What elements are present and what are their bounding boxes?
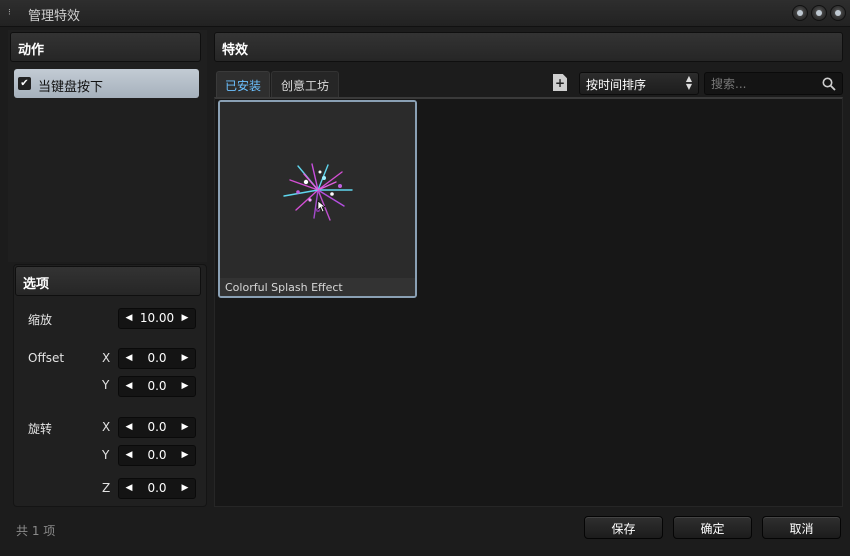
effect-name: Colorful Splash Effect	[220, 278, 415, 296]
sort-select-value: 按时间排序	[586, 78, 647, 92]
rotation-y-axis-label: Y	[102, 448, 110, 462]
decrement-icon[interactable]: ◀	[121, 418, 137, 437]
app-icon: ⁝	[8, 8, 11, 18]
action-item-key-pressed[interactable]: ✔ 当键盘按下	[14, 69, 199, 98]
rotation-z-value[interactable]: 0.0	[137, 481, 177, 495]
tab-installed[interactable]: 已安装	[216, 71, 270, 97]
options-header: 选项	[15, 266, 201, 296]
decrement-icon[interactable]: ◀	[121, 479, 137, 498]
increment-icon[interactable]: ▶	[177, 446, 193, 465]
offset-y-stepper[interactable]: ◀ 0.0 ▶	[118, 376, 196, 397]
checkbox-checked-icon[interactable]: ✔	[18, 77, 31, 90]
search-icon[interactable]	[822, 77, 836, 91]
window-title: 管理特效	[28, 9, 81, 24]
rotation-x-stepper[interactable]: ◀ 0.0 ▶	[118, 417, 196, 438]
item-count: 共 1 项	[16, 524, 56, 538]
increment-icon[interactable]: ▶	[177, 418, 193, 437]
decrement-icon[interactable]: ◀	[121, 349, 137, 368]
offset-y-axis-label: Y	[102, 378, 110, 392]
decrement-icon[interactable]: ◀	[121, 309, 137, 328]
cancel-button[interactable]: 取消	[762, 516, 841, 539]
rotation-label: 旋转	[28, 422, 53, 436]
offset-x-stepper[interactable]: ◀ 0.0 ▶	[118, 348, 196, 369]
maximize-button[interactable]	[811, 5, 827, 21]
effects-header: 特效	[214, 32, 843, 62]
title-bar[interactable]	[0, 0, 850, 27]
rotation-z-axis-label: Z	[102, 481, 111, 495]
rotation-x-axis-label: X	[102, 420, 111, 434]
effect-card[interactable]: Colorful Splash Effect	[218, 100, 417, 298]
ok-button[interactable]: 确定	[673, 516, 752, 539]
save-button[interactable]: 保存	[584, 516, 663, 539]
close-button[interactable]	[830, 5, 846, 21]
sort-select[interactable]: 按时间排序 ▲ ▼	[579, 72, 699, 95]
minimize-button[interactable]	[792, 5, 808, 21]
scale-stepper[interactable]: ◀ 10.00 ▶	[118, 308, 196, 329]
scale-label: 缩放	[28, 313, 53, 327]
offset-x-value[interactable]: 0.0	[137, 351, 177, 365]
offset-label: Offset	[28, 351, 65, 365]
increment-icon[interactable]: ▶	[177, 349, 193, 368]
plus-icon: +	[555, 76, 566, 90]
effect-thumbnail	[220, 102, 415, 278]
add-file-icon[interactable]: +	[553, 74, 567, 91]
actions-panel	[8, 30, 207, 262]
rotation-y-stepper[interactable]: ◀ 0.0 ▶	[118, 445, 196, 466]
updown-arrows-icon: ▲ ▼	[685, 74, 692, 91]
tab-workshop[interactable]: 创意工坊	[271, 71, 339, 97]
action-item-label: 当键盘按下	[38, 80, 104, 95]
rotation-x-value[interactable]: 0.0	[137, 420, 177, 434]
rotation-z-stepper[interactable]: ◀ 0.0 ▶	[118, 478, 196, 499]
scale-value[interactable]: 10.00	[137, 311, 177, 325]
search-box[interactable]	[704, 72, 843, 95]
decrement-icon[interactable]: ◀	[121, 446, 137, 465]
decrement-icon[interactable]: ◀	[121, 377, 137, 396]
rotation-y-value[interactable]: 0.0	[137, 448, 177, 462]
actions-header: 动作	[10, 32, 201, 62]
increment-icon[interactable]: ▶	[177, 309, 193, 328]
increment-icon[interactable]: ▶	[177, 479, 193, 498]
increment-icon[interactable]: ▶	[177, 377, 193, 396]
search-input[interactable]	[711, 76, 816, 92]
offset-y-value[interactable]: 0.0	[137, 379, 177, 393]
offset-x-axis-label: X	[102, 351, 111, 365]
